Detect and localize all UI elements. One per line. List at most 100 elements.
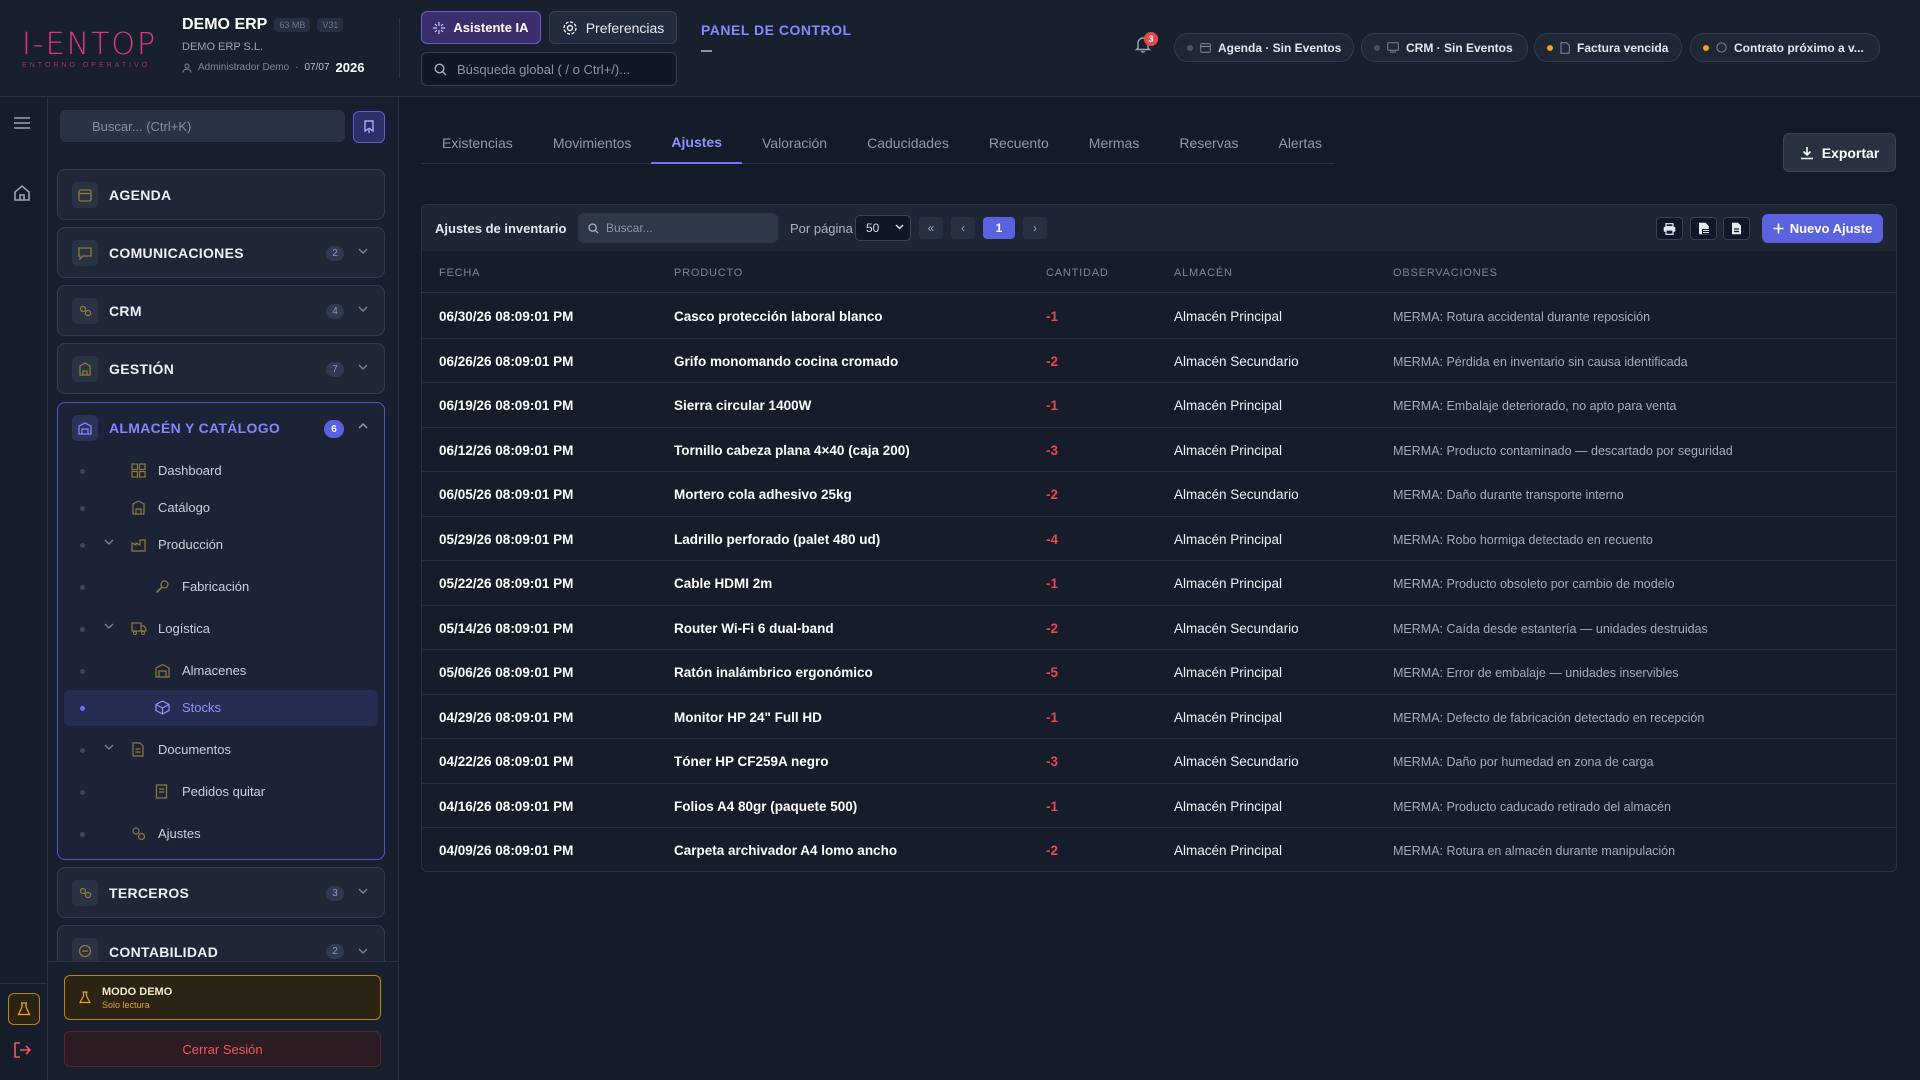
sidebar-item-fabricacion[interactable]: Fabricación [58, 569, 384, 605]
section-label: CONTABILIDAD [109, 944, 219, 960]
table-row[interactable]: 06/12/26 08:09:01 PM Tornillo cabeza plan… [422, 428, 1896, 472]
prev-page-button[interactable]: ‹ [951, 217, 975, 239]
sidebar-item-label: Ajustes [158, 826, 201, 841]
sidebar-item-pedidos-quitar[interactable]: Pedidos quitar [58, 774, 384, 810]
panel-title[interactable]: PANEL DE CONTROL [701, 22, 852, 38]
tab-caducidades[interactable]: Caducidades [847, 121, 969, 164]
tab-ajustes[interactable]: Ajustes [651, 121, 742, 164]
ai-assistant-button[interactable]: Asistente IA [421, 11, 541, 44]
tab-existencias[interactable]: Existencias [422, 121, 533, 164]
hamburger-menu-icon[interactable] [12, 115, 32, 131]
warehouse-icon [72, 415, 98, 441]
home-icon[interactable] [12, 183, 32, 203]
global-search-input[interactable]: Búsqueda global ( / o Ctrl+/)... [421, 52, 677, 86]
wrench-icon [155, 579, 170, 594]
ai-assistant-label: Asistente IA [453, 20, 529, 35]
sidebar-section-agenda[interactable]: AGENDA [57, 169, 385, 220]
agenda-status-pill[interactable]: Agenda · Sin Eventos [1174, 33, 1354, 62]
cell-almacen: Almacén Principal [1174, 576, 1283, 591]
table-row[interactable]: 05/29/26 08:09:01 PM Ladrillo perforado (… [422, 517, 1896, 561]
cell-fecha: 06/12/26 08:09:01 PM [439, 442, 574, 458]
tab-mermas[interactable]: Mermas [1069, 121, 1160, 164]
sidebar: Buscar... (Ctrl+K) AGENDA COMUNICACIONES… [48, 97, 399, 1080]
export-button[interactable]: Exportar [1783, 133, 1896, 172]
table-search-input[interactable]: Buscar... [578, 213, 778, 243]
sidebar-item-almacenes[interactable]: Almacenes [58, 653, 384, 689]
new-adjustment-label: Nuevo Ajuste [1789, 221, 1873, 236]
export-label: Exportar [1821, 144, 1880, 161]
preferences-button[interactable]: Preferencias [549, 11, 677, 44]
table-row[interactable]: 04/22/26 08:09:01 PM Tóner HP CF259A negr… [422, 739, 1896, 784]
document-export-icon[interactable] [1723, 217, 1750, 240]
tab-alertas[interactable]: Alertas [1258, 121, 1342, 164]
chevron-up-icon[interactable] [358, 423, 368, 429]
contract-status-pill[interactable]: Contrato próximo a v... [1690, 33, 1880, 62]
cell-observaciones: MERMA: Producto caducado retirado del al… [1393, 799, 1671, 814]
table-row[interactable]: 05/06/26 08:09:01 PM Ratón inalámbrico er… [422, 650, 1896, 695]
tab-recuento[interactable]: Recuento [969, 121, 1069, 164]
table-row[interactable]: 04/09/26 08:09:01 PM Carpeta archivador A… [422, 828, 1896, 871]
column-header-observaciones[interactable]: OBSERVACIONES [1393, 267, 1498, 279]
sidebar-search-input[interactable]: Buscar... (Ctrl+K) [60, 110, 345, 142]
cell-fecha: 06/30/26 08:09:01 PM [439, 309, 574, 324]
current-date: 07/07 [304, 62, 330, 73]
sidebar-section-terceros[interactable]: TERCEROS 3 [57, 867, 385, 918]
sidebar-item-label: Documentos [158, 742, 231, 757]
table-row[interactable]: 05/22/26 08:09:01 PM Cable HDMI 2m -1 Almac… [422, 561, 1896, 606]
current-page-button[interactable]: 1 [983, 217, 1015, 239]
new-adjustment-button[interactable]: Nuevo Ajuste [1762, 214, 1883, 243]
bookmark-icon[interactable] [353, 111, 385, 143]
first-page-button[interactable]: « [919, 217, 943, 239]
table-row[interactable]: 06/19/26 08:09:01 PM Sierra circular 1400… [422, 383, 1896, 428]
sidebar-section-gestion[interactable]: GESTIÓN 7 [57, 343, 385, 394]
cell-cantidad: -2 [1046, 487, 1059, 502]
sidebar-item-produccion[interactable]: Producción [58, 527, 384, 563]
crm-status-pill[interactable]: CRM · Sin Eventos [1361, 33, 1528, 62]
column-header-cantidad[interactable]: CANTIDAD [1046, 267, 1109, 279]
cell-observaciones: MERMA: Rotura accidental durante reposic… [1393, 310, 1651, 324]
next-page-button[interactable]: › [1023, 217, 1047, 239]
column-header-producto[interactable]: PRODUCTO [674, 267, 743, 279]
sidebar-item-logistica[interactable]: Logística [58, 611, 384, 647]
chevron-down-icon[interactable] [104, 744, 114, 750]
sidebar-section-comunicaciones[interactable]: COMUNICACIONES 2 [57, 227, 385, 278]
table-row[interactable]: 04/29/26 08:09:01 PM Monitor HP 24" Full … [422, 695, 1896, 739]
cell-observaciones: MERMA: Daño durante transporte interno [1393, 488, 1624, 502]
pill-label: Agenda · Sin Eventos [1218, 40, 1342, 55]
pdf-icon[interactable] [1690, 217, 1717, 240]
logout-icon[interactable] [12, 1040, 32, 1060]
column-header-almacen[interactable]: ALMACÉN [1174, 267, 1233, 279]
invoice-status-pill[interactable]: Factura vencida [1534, 33, 1682, 62]
status-dot [1374, 44, 1380, 51]
table-row[interactable]: 06/26/26 08:09:01 PM Grifo monomando coci… [422, 339, 1896, 383]
sidebar-item-label: Producción [158, 537, 224, 552]
logout-button[interactable]: Cerrar Sesión [64, 1031, 381, 1067]
tab-movimientos[interactable]: Movimientos [533, 121, 652, 164]
chevron-down-icon [358, 948, 368, 954]
cell-fecha: 06/05/26 08:09:01 PM [439, 487, 574, 502]
sidebar-section-crm[interactable]: CRM 4 [57, 285, 385, 336]
table-row[interactable]: 05/14/26 08:09:01 PM Router Wi-Fi 6 dual-… [422, 606, 1896, 650]
sidebar-item-ajustes[interactable]: Ajustes [58, 816, 384, 852]
sidebar-item-dashboard[interactable]: Dashboard [58, 453, 384, 489]
table-row[interactable]: 06/05/26 08:09:01 PM Mortero cola adhesiv… [422, 472, 1896, 517]
chevron-down-icon[interactable] [104, 539, 114, 545]
per-page-value: 50 [866, 221, 880, 235]
sidebar-section-contabilidad[interactable]: CONTABILIDAD 2 [57, 925, 385, 964]
print-icon[interactable] [1656, 217, 1683, 240]
column-header-fecha[interactable]: FECHA [439, 267, 480, 279]
sidebar-item-catalogo[interactable]: Catálogo [58, 490, 384, 526]
tab-valoracion[interactable]: Valoración [742, 121, 847, 164]
sidebar-item-stocks[interactable]: Stocks [64, 690, 378, 726]
cell-almacen: Almacén Principal [1174, 309, 1283, 324]
demo-mode-icon[interactable] [8, 993, 40, 1025]
logo-subtitle: ENTORNO OPERATIVO [22, 62, 151, 69]
chevron-down-icon[interactable] [104, 623, 114, 629]
tab-reservas[interactable]: Reservas [1159, 121, 1258, 164]
almacen-section-header[interactable]: ALMACÉN Y CATÁLOGO [72, 415, 280, 441]
per-page-select[interactable]: 50 [855, 215, 911, 241]
table-row[interactable]: 06/30/26 08:09:01 PM Casco protección lab… [422, 294, 1896, 339]
sidebar-item-documentos[interactable]: Documentos [58, 732, 384, 768]
app-logo[interactable]: I-ENTOP ENTORNO OPERATIVO [22, 30, 157, 70]
table-row[interactable]: 04/16/26 08:09:01 PM Folios A4 80gr (paqu… [422, 784, 1896, 828]
